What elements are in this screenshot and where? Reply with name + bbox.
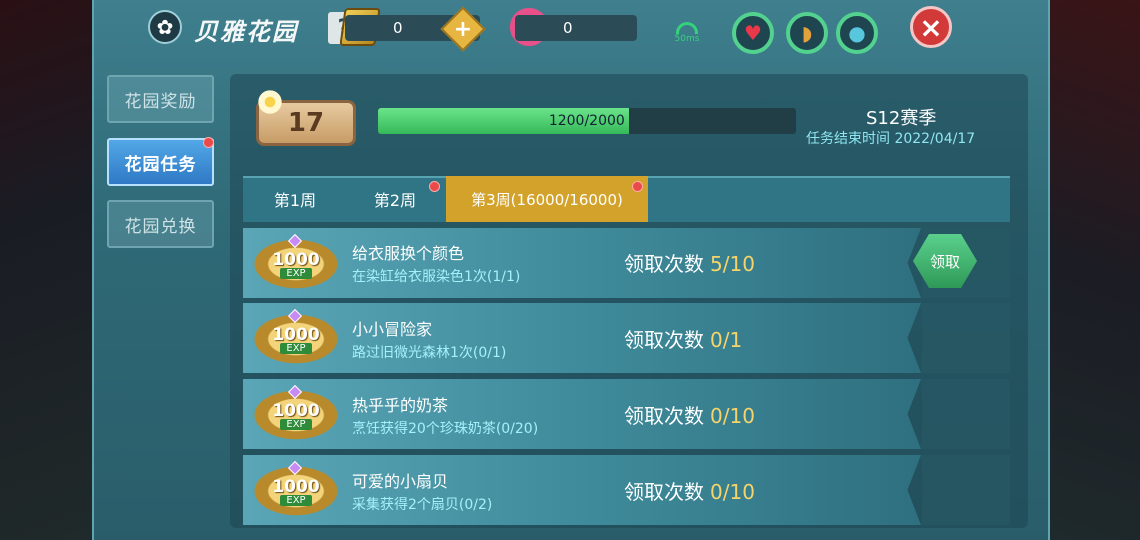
task-row-action-area (921, 455, 1010, 525)
season-end-time: 任务结束时间 2022/04/17 (806, 131, 976, 147)
task-row (243, 303, 921, 373)
left-backdrop (0, 0, 95, 540)
claim-count-label: 领取次数 (624, 480, 704, 504)
exp-label: EXP (280, 494, 312, 506)
arm-icon: ◗ (801, 21, 813, 45)
task-row-action-area (921, 303, 1010, 373)
task-name: 热乎乎的奶茶 (352, 396, 449, 415)
strength-status-button[interactable]: ◗ (786, 12, 828, 54)
right-backdrop (1045, 0, 1140, 540)
claim-count-label: 领取次数 (624, 404, 704, 428)
exp-label: EXP (280, 267, 312, 279)
claim-count-value: 0/10 (710, 480, 755, 504)
claim-count-label: 领取次数 (624, 252, 704, 276)
network-signal: 50ms (672, 22, 702, 46)
claim-count: 领取次数 0/1 (624, 324, 742, 353)
heart-icon: ♥ (744, 21, 762, 45)
reward-amount: 1000 (272, 400, 320, 421)
sidebar-item-garden-tasks[interactable]: 花园任务 (107, 138, 214, 186)
heart-status-button[interactable]: ♥ (732, 12, 774, 54)
notification-dot (203, 137, 214, 148)
task-row (243, 379, 921, 449)
garden-flower-icon: ✿ (148, 10, 182, 44)
progress-bar: 1200/2000 (378, 108, 796, 134)
claim-count: 领取次数 0/10 (624, 400, 755, 429)
exp-label: EXP (280, 418, 312, 430)
exp-label: EXP (280, 342, 312, 354)
tab-week-1[interactable]: 第1周 (245, 176, 345, 222)
water-status-button[interactable]: ● (836, 12, 878, 54)
notification-dot (429, 181, 440, 192)
task-row-action-area (921, 379, 1010, 449)
level-value: 17 (287, 108, 325, 138)
water-drop-icon: ● (848, 21, 866, 45)
close-icon: × (919, 10, 943, 44)
notification-dot (632, 181, 643, 192)
task-name: 小小冒险家 (352, 320, 433, 339)
season-title: S12赛季 (866, 108, 937, 129)
reward-amount: 1000 (272, 249, 320, 270)
claim-count: 领取次数 5/10 (624, 248, 755, 277)
task-description: 路过旧微光森林1次(0/1) (352, 345, 507, 361)
ping-text: 50ms (674, 34, 700, 44)
task-description: 在染缸给衣服染色1次(1/1) (352, 269, 521, 285)
task-name: 给衣服换个颜色 (352, 244, 465, 263)
claim-count: 领取次数 0/10 (624, 476, 755, 505)
claim-count-label: 领取次数 (624, 328, 704, 352)
tab-week-3[interactable]: 第3周(16000/16000) (446, 176, 648, 222)
sidebar-item-garden-exchange[interactable]: 花园兑换 (107, 200, 214, 248)
wifi-icon (676, 22, 698, 34)
flower-amount: 0 (515, 15, 637, 41)
reward-amount: 1000 (272, 324, 320, 345)
sign-flower-icon (258, 90, 282, 114)
claim-count-value: 0/10 (710, 404, 755, 428)
progress-text: 1200/2000 (548, 113, 625, 129)
task-row (243, 228, 921, 298)
task-row (243, 455, 921, 525)
task-name: 可爱的小扇贝 (352, 472, 449, 491)
reward-amount: 1000 (272, 476, 320, 497)
sidebar-item-garden-rewards[interactable]: 花园奖励 (107, 75, 214, 123)
claim-count-value: 5/10 (710, 252, 755, 276)
claim-count-value: 0/1 (710, 328, 743, 352)
task-description: 烹饪获得20个珍珠奶茶(0/20) (352, 421, 539, 437)
plus-icon: + (453, 16, 473, 42)
window-title: 贝雅花园 (194, 18, 298, 46)
task-description: 采集获得2个扇贝(0/2) (352, 497, 493, 513)
close-button[interactable]: × (910, 6, 952, 48)
